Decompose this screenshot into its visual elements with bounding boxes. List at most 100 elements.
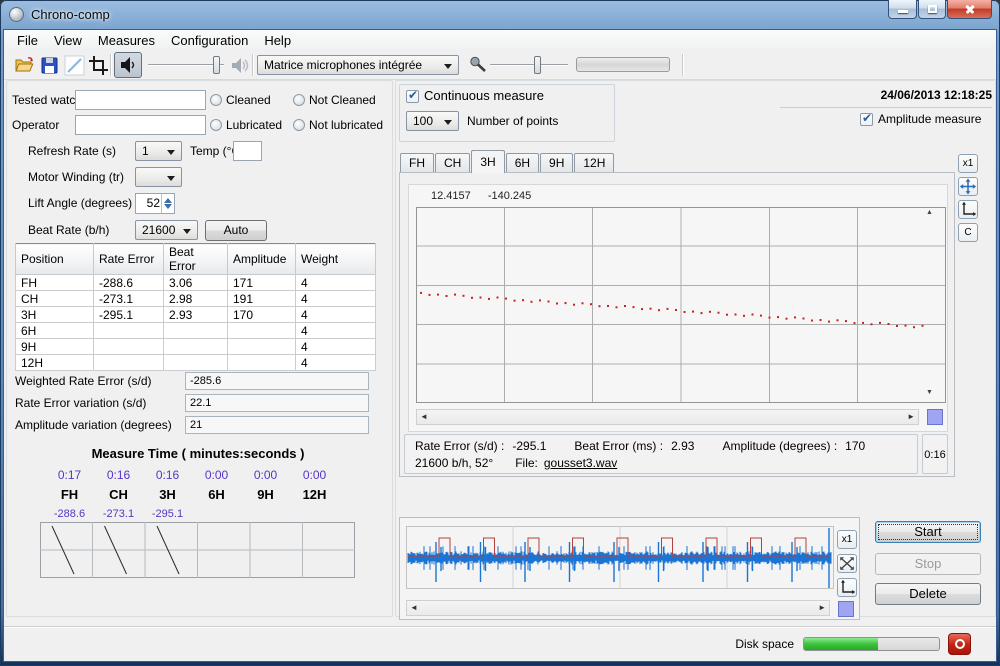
- maximize-button[interactable]: [918, 0, 946, 19]
- record-button[interactable]: [948, 633, 971, 655]
- tab-9h[interactable]: 9H: [540, 153, 573, 173]
- volume-slider[interactable]: [148, 55, 224, 75]
- menu-item-configuration[interactable]: Configuration: [163, 30, 256, 51]
- measure-time-column: 0:16CH-273.1: [94, 468, 143, 522]
- menu-item-view[interactable]: View: [46, 30, 90, 51]
- crop-button[interactable]: [88, 55, 109, 76]
- chart-zoom-reset-button[interactable]: x1: [958, 154, 978, 173]
- amplitude-value: 170: [845, 439, 865, 453]
- operator-input[interactable]: [75, 115, 206, 135]
- waveform-h-scrollbar[interactable]: ◄ ►: [406, 600, 830, 616]
- scroll-down-arrow[interactable]: ▼: [926, 389, 933, 396]
- measure-time-columns: 0:17FH-288.60:16CH-273.10:163H-295.10:00…: [45, 468, 339, 522]
- cursor-y-readout: -140.245: [488, 190, 531, 202]
- rate-chart-plot[interactable]: [416, 207, 946, 403]
- line-tool-button[interactable]: [64, 55, 85, 76]
- auto-button[interactable]: Auto: [205, 220, 267, 241]
- table-row: 9H4: [16, 339, 376, 355]
- radio-not-cleaned[interactable]: [293, 94, 305, 106]
- waveform-axes-button[interactable]: [837, 578, 857, 597]
- radio-not-lubricated[interactable]: [293, 119, 305, 131]
- menu-item-file[interactable]: File: [9, 30, 46, 51]
- mic-gain-slider-handle[interactable]: [534, 56, 541, 74]
- beat-error-value: 2.93: [671, 439, 694, 453]
- scroll-up-arrow[interactable]: ▲: [926, 209, 933, 216]
- waveform-zoom-reset-button[interactable]: x1: [837, 530, 857, 549]
- minimize-button[interactable]: [888, 0, 917, 19]
- main-area: Tested watch Cleaned Not Cleaned Operato…: [4, 80, 996, 626]
- measure-rate-value: [192, 508, 241, 522]
- cursor-x-readout: 12.4157: [431, 190, 471, 202]
- tab-fh[interactable]: FH: [400, 153, 434, 173]
- save-button[interactable]: [39, 55, 60, 76]
- minimize-icon: [898, 10, 908, 13]
- refresh-rate-select[interactable]: 1: [135, 141, 182, 161]
- pan-arrows-icon: [959, 178, 977, 195]
- chart-corner-button[interactable]: [927, 409, 943, 425]
- scroll-left-arrow[interactable]: ◄: [410, 603, 418, 612]
- menubar: FileViewMeasuresConfigurationHelp: [4, 30, 996, 51]
- measure-time-column: 0:009H: [241, 468, 290, 522]
- scroll-right-arrow[interactable]: ►: [818, 603, 826, 612]
- check-icon: ✔: [408, 88, 418, 102]
- volume-slider-handle[interactable]: [213, 56, 220, 74]
- table-row: CH-273.12.981914: [16, 291, 376, 307]
- waveform-fit-button[interactable]: [837, 554, 857, 573]
- waveform-corner-button[interactable]: [838, 601, 854, 617]
- speaker-muted-button[interactable]: [230, 55, 251, 76]
- spin-down-icon[interactable]: [164, 204, 172, 209]
- file-label: File:: [515, 456, 538, 470]
- scroll-right-arrow[interactable]: ►: [907, 412, 915, 421]
- chart-axes-button[interactable]: [958, 200, 978, 219]
- chart-h-scrollbar[interactable]: ◄ ►: [416, 409, 919, 425]
- motor-winding-select[interactable]: [135, 167, 182, 187]
- speaker-button[interactable]: [114, 52, 142, 78]
- temp-input[interactable]: [233, 141, 262, 161]
- tested-watch-input[interactable]: [75, 90, 206, 110]
- open-button[interactable]: [14, 55, 35, 76]
- chart-clear-button[interactable]: C: [958, 223, 978, 242]
- close-button[interactable]: [947, 0, 992, 19]
- measure-time-value: 0:00: [290, 468, 339, 487]
- scroll-left-arrow[interactable]: ◄: [420, 412, 428, 421]
- titlebar[interactable]: Chrono-comp: [0, 0, 1000, 30]
- menu-item-help[interactable]: Help: [256, 30, 299, 51]
- radio-cleaned[interactable]: [210, 94, 222, 106]
- tab-12h[interactable]: 12H: [574, 153, 614, 173]
- floppy-icon: [39, 55, 60, 76]
- datetime: 24/06/2013 12:18:25: [780, 85, 992, 105]
- radio-lubricated[interactable]: [210, 119, 222, 131]
- chart-pan-button[interactable]: [958, 177, 978, 196]
- microphone-button[interactable]: [468, 55, 489, 76]
- column-header: Beat Error: [164, 244, 228, 275]
- stop-button[interactable]: Stop: [875, 553, 981, 575]
- axes-icon: [838, 579, 856, 596]
- table-row: 3H-295.12.931704: [16, 307, 376, 323]
- waveform-plot[interactable]: [406, 522, 834, 594]
- measure-time-value: 0:16: [143, 468, 192, 487]
- amplitude-measure-checkbox[interactable]: ✔: [860, 113, 873, 126]
- beat-error-label: Beat Error (ms) :: [574, 439, 663, 453]
- measure-time-column: 0:163H-295.1: [143, 468, 192, 522]
- file-link[interactable]: gousset3.wav: [544, 456, 617, 470]
- measure-rate-value: -295.1: [143, 508, 192, 522]
- start-button[interactable]: Start: [875, 521, 981, 543]
- elapsed-timer: 0:16: [922, 434, 948, 474]
- mic-gain-slider[interactable]: [490, 55, 568, 75]
- tab-6h[interactable]: 6H: [506, 153, 539, 173]
- device-select[interactable]: Matrice microphones intégrée: [257, 55, 459, 75]
- beat-rate-summary: 21600 b/h, 52°: [415, 456, 493, 470]
- beat-rate-label: Beat Rate (b/h): [28, 220, 109, 240]
- tab-3h[interactable]: 3H: [471, 150, 504, 173]
- measure-position-label: CH: [94, 487, 143, 508]
- points-select[interactable]: 100: [406, 111, 459, 131]
- speaker-muted-icon: [230, 55, 251, 76]
- menu-item-measures[interactable]: Measures: [90, 30, 163, 51]
- spin-up-icon[interactable]: [164, 198, 172, 203]
- delete-button[interactable]: Delete: [875, 583, 981, 605]
- lift-angle-spinner[interactable]: 52: [135, 193, 175, 214]
- continuous-measure-checkbox[interactable]: ✔: [406, 90, 419, 103]
- folder-open-icon: [14, 55, 35, 76]
- tab-ch[interactable]: CH: [435, 153, 470, 173]
- beat-rate-select[interactable]: 21600: [135, 220, 198, 240]
